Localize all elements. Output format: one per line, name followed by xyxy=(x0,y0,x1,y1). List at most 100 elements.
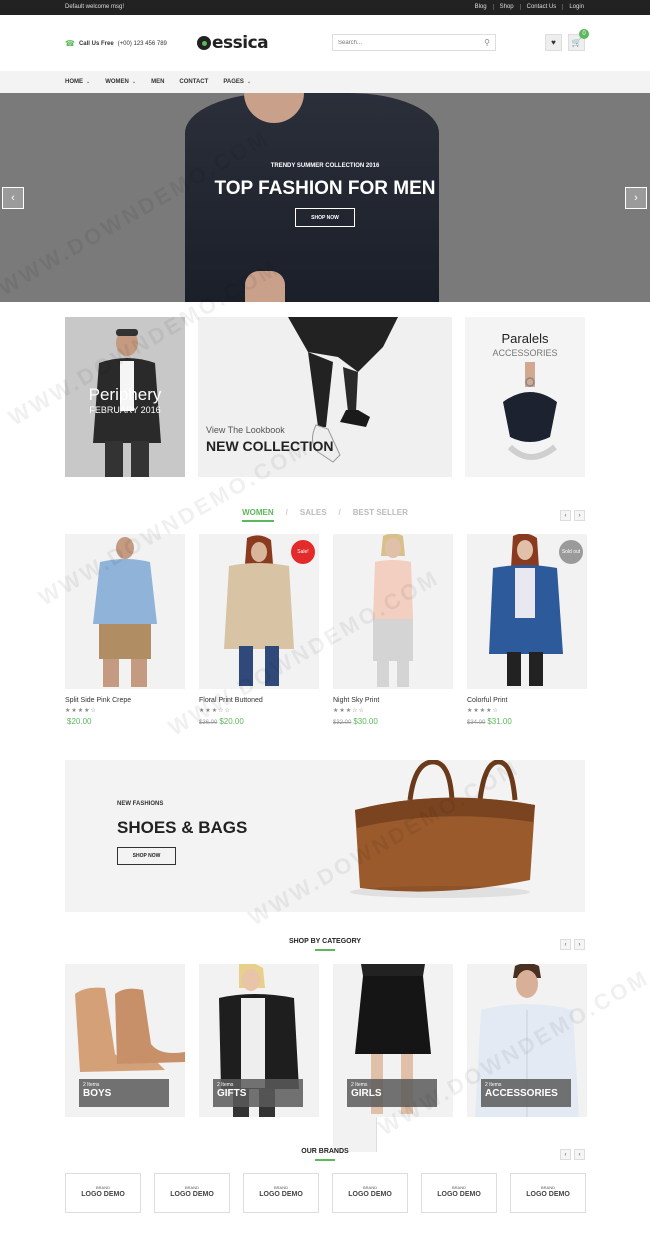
welcome-message: Default welcome msg! xyxy=(65,4,125,10)
paralels-subtitle: ACCESSORIES xyxy=(492,348,558,358)
banner-new-collection[interactable]: View The Lookbook NEW COLLECTION xyxy=(198,317,452,477)
top-link-login[interactable]: Login xyxy=(562,4,590,10)
brand-logo[interactable]: BRAND LOGO DEMO xyxy=(243,1173,319,1213)
product-card[interactable]: Sale! Floral Print Buttoned ★★★☆☆ $36.00… xyxy=(199,534,319,726)
product-rating: ★★★★☆ xyxy=(65,708,97,714)
slider-prev-button[interactable]: ‹ xyxy=(2,187,24,209)
phone-label: Call Us Free xyxy=(78,40,114,47)
category-prev-button[interactable]: ‹ xyxy=(560,939,571,950)
top-link-shop[interactable]: Shop xyxy=(492,4,520,10)
promo-banner[interactable]: NEW FASHIONS SHOES & BAGS SHOP NOW xyxy=(65,760,585,912)
brand-name: LOGO DEMO xyxy=(170,1191,214,1198)
category-name: BOYS xyxy=(83,1088,112,1099)
search-icon[interactable]: ⚲ xyxy=(479,35,495,50)
section-title-text: SHOP BY CATEGORY xyxy=(288,938,362,945)
brand-small-text: BRAND xyxy=(273,1185,288,1190)
product-price: $20.00 xyxy=(65,717,185,726)
top-link-blog[interactable]: Blog xyxy=(469,4,493,10)
product-price: $34.00 $31.00 xyxy=(467,717,587,726)
banner-paralels[interactable]: Paralels ACCESSORIES xyxy=(465,317,585,477)
nav-item-women[interactable]: WOMEN ⌄ xyxy=(105,79,136,85)
category-name: GIRLS xyxy=(351,1088,382,1099)
promo-subtitle: NEW FASHIONS xyxy=(117,801,164,807)
product-rating: ★★★☆☆ xyxy=(333,708,365,714)
category-card-girls[interactable]: 2 Items GIRLS xyxy=(333,964,453,1117)
top-link-contact[interactable]: Contact Us xyxy=(519,4,563,10)
phone-icon: ☎ xyxy=(65,39,75,48)
promo-shop-now-button[interactable]: SHOP NOW xyxy=(117,847,176,865)
nav-label: HOME xyxy=(65,79,83,85)
nav-item-men[interactable]: MEN xyxy=(151,79,164,85)
product-image[interactable] xyxy=(333,534,453,689)
product-rating: ★★★☆☆ xyxy=(199,708,231,714)
category-name: GIFTS xyxy=(217,1088,247,1099)
phone-info: ☎ Call Us Free (+00) 123 456 789 xyxy=(65,39,167,48)
category-label: 2 Items ACCESSORIES xyxy=(481,1079,571,1107)
nav-label: WOMEN xyxy=(105,79,129,85)
brand-logo[interactable]: BRAND LOGO DEMO xyxy=(510,1173,586,1213)
product-card[interactable]: Sold out Colorful Print ★★★★☆ $34.00 $31.… xyxy=(467,534,587,726)
leather-bag-image xyxy=(350,760,535,898)
product-image[interactable]: Sale! xyxy=(199,534,319,689)
product-old-price: $34.00 xyxy=(467,720,486,726)
product-card[interactable]: Night Sky Print ★★★☆☆ $32.00 $30.00 xyxy=(333,534,453,726)
product-current-price: $20.00 xyxy=(219,717,244,726)
product-card[interactable]: Split Side Pink Crepe ★★★★☆ $20.00 xyxy=(65,534,185,726)
search-input[interactable] xyxy=(333,35,479,50)
product-tabs: WOMEN / SALES / BEST SELLER xyxy=(0,508,650,522)
category-label: 2 Items BOYS xyxy=(79,1079,169,1107)
top-links: Blog Shop Contact Us Login xyxy=(469,4,590,10)
tab-sales[interactable]: SALES xyxy=(300,508,327,522)
product-current-price: $31.00 xyxy=(487,717,512,726)
category-card-boys[interactable]: 2 Items BOYS xyxy=(65,964,185,1117)
product-name[interactable]: Floral Print Buttoned xyxy=(199,697,319,704)
category-card-accessories[interactable]: 2 Items ACCESSORIES xyxy=(467,964,587,1117)
chevron-down-icon: ⌄ xyxy=(86,79,91,85)
chevron-left-icon: ‹ xyxy=(564,941,567,948)
logo-text: essica xyxy=(212,33,269,53)
category-label: 2 Items GIRLS xyxy=(347,1079,437,1107)
products-prev-button[interactable]: ‹ xyxy=(560,510,571,521)
brand-small-text: BRAND xyxy=(95,1185,110,1190)
logo-mark-icon xyxy=(197,36,211,50)
wishlist-button[interactable]: ♥ xyxy=(545,34,562,51)
cart-icon: 🛒 xyxy=(571,38,582,47)
product-old-price: $32.00 xyxy=(333,720,352,726)
nav-label: MEN xyxy=(151,79,165,85)
banner-periphery[interactable]: Periphery FEBRUARY 2016 xyxy=(65,317,185,477)
paralels-title: Paralels xyxy=(501,331,549,346)
product-current-price: $30.00 xyxy=(353,717,378,726)
brand-name: LOGO DEMO xyxy=(437,1191,481,1198)
category-card-gifts[interactable]: 2 Items GIFTS xyxy=(199,964,319,1117)
brand-logo[interactable]: BRAND LOGO DEMO xyxy=(421,1173,497,1213)
tab-women[interactable]: WOMEN xyxy=(242,508,274,522)
cart-button[interactable]: 🛒 0 xyxy=(568,29,589,51)
brands-prev-button[interactable]: ‹ xyxy=(560,1149,571,1160)
product-name[interactable]: Split Side Pink Crepe xyxy=(65,697,185,704)
tab-best-seller[interactable]: BEST SELLER xyxy=(353,508,408,522)
brand-name: LOGO DEMO xyxy=(526,1191,570,1198)
tab-separator: / xyxy=(285,508,288,517)
product-image[interactable]: Sold out xyxy=(467,534,587,689)
nav-item-contact[interactable]: CONTACT xyxy=(179,79,208,85)
brand-logo[interactable]: BRAND LOGO DEMO xyxy=(154,1173,230,1213)
products-next-button[interactable]: › xyxy=(574,510,585,521)
brand-logo[interactable]: BRAND LOGO DEMO xyxy=(332,1173,408,1213)
category-name: ACCESSORIES xyxy=(485,1088,558,1099)
product-name[interactable]: Night Sky Print xyxy=(333,697,453,704)
chevron-down-icon: ⌄ xyxy=(246,79,252,85)
brand-logo[interactable]: BRAND LOGO DEMO xyxy=(65,1173,141,1213)
clutch-bag-image xyxy=(503,362,557,460)
lookbook-subtitle: View The Lookbook xyxy=(206,425,285,435)
product-image[interactable] xyxy=(65,534,185,689)
product-name[interactable]: Colorful Print xyxy=(467,697,587,704)
nav-item-home[interactable]: HOME ⌄ xyxy=(65,79,90,85)
slider-next-button[interactable]: › xyxy=(625,187,647,209)
nav-item-pages[interactable]: PAGES ⌄ xyxy=(223,79,251,85)
category-next-button[interactable]: › xyxy=(574,939,585,950)
logo[interactable]: essica xyxy=(197,33,269,53)
section-title-text: OUR BRANDS xyxy=(301,1148,349,1155)
chevron-left-icon: ‹ xyxy=(564,1151,567,1158)
brands-next-button[interactable]: › xyxy=(574,1149,585,1160)
hero-shop-now-button[interactable]: SHOP NOW xyxy=(295,208,355,227)
